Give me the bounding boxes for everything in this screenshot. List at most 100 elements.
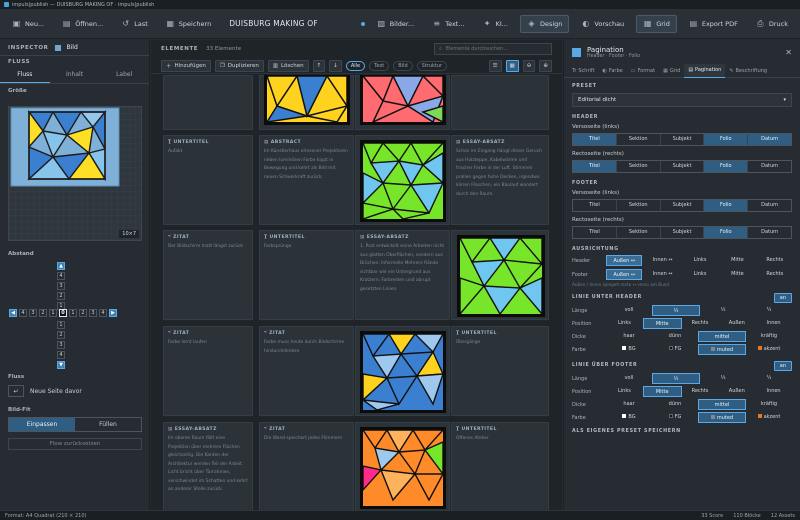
element-card[interactable] <box>451 75 549 130</box>
header-verso-subject[interactable]: Subjekt <box>661 134 705 145</box>
image-card[interactable] <box>355 75 450 130</box>
size-grid[interactable]: 10×7 <box>8 106 142 241</box>
line-header-thick-medium[interactable]: mittel <box>698 331 746 342</box>
align-footer-center[interactable]: Mitte <box>720 269 754 280</box>
spacing-top-4[interactable]: 4 <box>57 272 65 280</box>
element-card[interactable]: T̲ UNTERTITEL Übergänge <box>451 326 549 416</box>
image-card[interactable] <box>259 75 354 130</box>
design-button[interactable]: ◈ Design <box>519 14 570 33</box>
line-header-color-fg[interactable]: FG <box>652 344 698 355</box>
line-header-pos-right[interactable]: Rechts <box>682 318 719 329</box>
line-footer-thick-strong[interactable]: kräftig <box>746 399 792 410</box>
line-footer-pos-left[interactable]: Links <box>606 386 643 397</box>
spacing-right-icon[interactable]: ▶ <box>109 309 117 317</box>
search-input[interactable] <box>445 46 546 52</box>
element-card[interactable]: T̲ UNTERTITEL Offenes Atelier <box>451 422 549 510</box>
tab-inhalt[interactable]: Inhalt <box>50 67 100 83</box>
line-header-toggle[interactable]: an <box>773 292 792 303</box>
duplicate-button[interactable]: ❐ Duplizieren <box>214 59 264 72</box>
align-footer-left[interactable]: Links <box>683 269 717 280</box>
align-header-inner[interactable]: Innen ↔ <box>645 255 679 266</box>
move-up-button[interactable]: ↑ <box>312 59 326 72</box>
align-footer-right[interactable]: Rechts <box>758 269 792 280</box>
line-footer-color-fg[interactable]: FG <box>652 412 698 423</box>
image-card[interactable] <box>355 135 450 225</box>
element-card[interactable]: T̲ UNTERTITEL Farbsprünge <box>259 230 354 320</box>
header-verso-section[interactable]: Sektion <box>617 134 661 145</box>
spacing-right-4[interactable]: 4 <box>99 309 107 317</box>
element-card[interactable]: T̲ UNTERTITEL Aufakt <box>163 135 253 225</box>
zoom-in-button[interactable]: ⊕ <box>539 59 552 72</box>
footer-verso-title[interactable]: Titel <box>573 200 617 211</box>
tab-schrift[interactable]: Tr Schrift <box>568 64 599 78</box>
spacing-top-3[interactable]: 3 <box>57 282 65 290</box>
align-footer-outer[interactable]: Außen ↔ <box>606 269 643 280</box>
spacing-bottom-3[interactable]: 3 <box>57 341 65 349</box>
grid-button[interactable]: ▦ Grid <box>636 14 677 33</box>
line-header-color-bg[interactable]: BG <box>606 344 652 355</box>
line-footer-color-muted[interactable]: muted <box>698 412 746 423</box>
footer-verso-section[interactable]: Sektion <box>617 200 661 211</box>
header-recto-subject[interactable]: Subjekt <box>661 161 705 172</box>
element-card[interactable]: ❝ ZITAT Farbe muss heute durch Bildschirm… <box>259 326 354 416</box>
tab-grid[interactable]: ▦ Grid <box>659 64 684 78</box>
spacing-bottom-4[interactable]: 4 <box>57 351 65 359</box>
line-footer-length-full[interactable]: voll <box>606 373 652 384</box>
spacing-bottom-down-icon[interactable]: ▼ <box>57 361 65 369</box>
align-footer-inner[interactable]: Innen ↔ <box>645 269 679 280</box>
delete-button[interactable]: ▥ Löschen <box>267 59 309 72</box>
close-icon[interactable]: ✕ <box>785 48 792 57</box>
element-card[interactable]: ▤ ESSAY-ABSATZ Im oberen Raum fällt eine … <box>163 422 253 510</box>
image-card[interactable] <box>451 230 549 320</box>
header-verso-folio[interactable]: Folio <box>704 134 749 145</box>
grid-view-button[interactable]: ▦ <box>505 59 519 72</box>
element-card[interactable]: ❝ ZITAT Die Wand speichert jedes Flimmern <box>259 422 354 510</box>
image-card[interactable] <box>355 326 450 416</box>
align-header-center[interactable]: Mitte <box>720 255 754 266</box>
footer-recto-folio[interactable]: Folio <box>704 227 749 238</box>
line-header-thick-hair[interactable]: haar <box>606 331 652 342</box>
zoom-out-button[interactable]: ⊖ <box>522 59 536 72</box>
line-footer-length-half[interactable]: ½ <box>652 373 700 384</box>
spacing-center[interactable]: 0 <box>59 309 67 317</box>
align-header-outer[interactable]: Außen ↔ <box>606 255 643 266</box>
images-button[interactable]: ▧ Bilder... <box>371 15 420 33</box>
line-header-pos-outer[interactable]: Außen <box>718 318 755 329</box>
tab-beschriftung[interactable]: ✎ Beschriftung <box>725 64 771 78</box>
element-card[interactable]: ❝ ZITAT Farbe lernt laufen <box>163 326 253 416</box>
filter-text[interactable]: Text <box>369 60 390 71</box>
spacing-left-1[interactable]: 1 <box>49 309 57 317</box>
spacing-left-icon[interactable]: ◀ <box>9 309 17 317</box>
element-card[interactable]: ❝ ZITAT Der Bildschirm matt längst zurück <box>163 230 253 320</box>
elements-search[interactable]: ⌕ <box>434 43 552 55</box>
add-element-button[interactable]: ＋ Hinzufügen <box>161 59 211 72</box>
line-footer-color-accent[interactable]: akzent <box>746 412 792 423</box>
line-footer-color-bg[interactable]: BG <box>606 412 652 423</box>
line-footer-pos-right[interactable]: Rechts <box>682 386 719 397</box>
header-recto-section[interactable]: Sektion <box>617 161 661 172</box>
header-recto-title[interactable]: Titel <box>573 161 617 172</box>
filter-all[interactable]: Alle <box>345 60 366 71</box>
footer-recto-section[interactable]: Sektion <box>617 227 661 238</box>
spacing-bottom-2[interactable]: 2 <box>57 331 65 339</box>
line-footer-toggle[interactable]: an <box>773 360 792 371</box>
line-footer-length-third[interactable]: ⅓ <box>700 373 746 384</box>
tab-pagination[interactable]: ▤ Pagination <box>684 63 726 78</box>
ki-button[interactable]: ✦ KI... <box>477 15 514 33</box>
header-recto-date[interactable]: Datum <box>748 161 791 172</box>
spacing-right-3[interactable]: 3 <box>89 309 97 317</box>
line-footer-length-quarter[interactable]: ¼ <box>746 373 792 384</box>
open-button[interactable]: ▤ Öffnen... <box>56 15 109 33</box>
footer-recto-subject[interactable]: Subjekt <box>661 227 705 238</box>
spacing-left-2[interactable]: 2 <box>39 309 47 317</box>
spacing-right-1[interactable]: 1 <box>69 309 77 317</box>
spacing-left-4[interactable]: 4 <box>19 309 27 317</box>
footer-recto-title[interactable]: Titel <box>573 227 617 238</box>
tab-format[interactable]: ▭ Format <box>627 64 659 78</box>
line-footer-pos-center[interactable]: Mitte <box>642 386 682 397</box>
line-header-color-muted[interactable]: muted <box>698 344 746 355</box>
text-button[interactable]: ≡ Text... <box>426 15 470 33</box>
line-header-pos-left[interactable]: Links <box>606 318 643 329</box>
line-header-thick-thin[interactable]: dünn <box>652 331 698 342</box>
line-footer-pos-outer[interactable]: Außen <box>718 386 755 397</box>
